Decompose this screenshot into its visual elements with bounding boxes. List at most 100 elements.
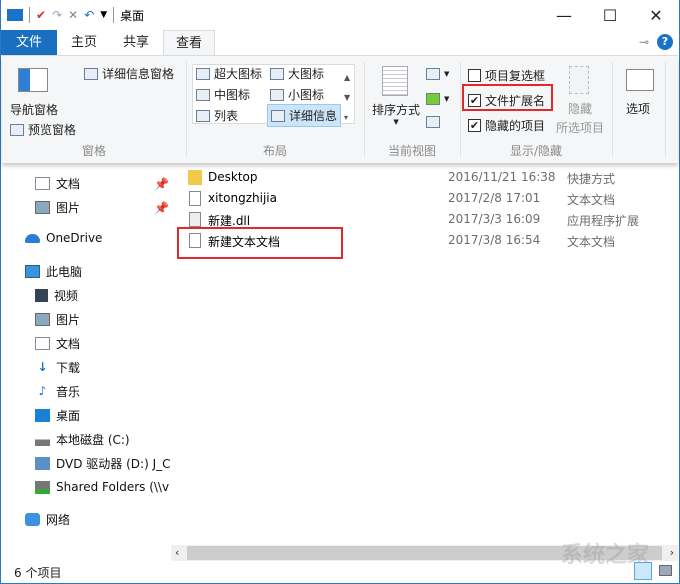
desktop-icon [35, 409, 50, 422]
nav-item-documents-pc[interactable]: 文档 [35, 335, 80, 352]
divider [113, 7, 115, 23]
size-columns-icon [426, 116, 440, 128]
nav-item-shared-folders[interactable]: Shared Folders (\\v [35, 480, 169, 494]
large-icons-view-icon[interactable] [659, 565, 672, 576]
nav-label: 本地磁盘 (C:) [56, 433, 130, 447]
tab-file[interactable]: 文件 [1, 30, 57, 55]
drive-icon [35, 433, 50, 446]
nav-item-this-pc[interactable]: 此电脑 [25, 263, 82, 280]
window-title: 桌面 [120, 8, 145, 23]
nav-item-pictures[interactable]: 图片 [35, 199, 80, 216]
undo-icon[interactable]: ↶ [84, 8, 94, 22]
dropdown-arrow-icon: ▼ [393, 118, 399, 126]
gallery-scroll[interactable]: ▲ ▼ ▾ [344, 68, 350, 128]
layout-large[interactable]: 大图标 [270, 65, 324, 82]
layout-list[interactable]: 列表 [196, 107, 238, 124]
pin-icon[interactable]: 📌 [154, 201, 169, 215]
file-row[interactable]: Desktop 2016/11/21 16:38 快捷方式 [171, 167, 678, 188]
nav-label: 文档 [56, 337, 81, 351]
layout-label: 超大图标 [214, 67, 263, 81]
preview-pane-icon [10, 123, 24, 136]
details-view-icon[interactable] [634, 562, 652, 580]
nav-item-onedrive[interactable]: OneDrive [25, 231, 102, 245]
layout-label: 大图标 [288, 67, 325, 81]
sort-by-button[interactable]: 排序方式 ▼ [372, 101, 420, 126]
nav-label: 音乐 [56, 385, 81, 399]
size-columns-button[interactable] [426, 116, 440, 128]
file-name: Desktop [208, 170, 258, 184]
checkbox-checked: ✔ [468, 119, 481, 132]
group-label-show-hide: 显示/隐藏 [509, 144, 563, 158]
customize-toolbar-icon[interactable]: ▼ [100, 10, 107, 20]
nav-item-dvd[interactable]: DVD 驱动器 (D:) J_C [35, 455, 171, 472]
layout-medium[interactable]: 中图标 [196, 86, 250, 103]
details-pane-label: 详细信息窗格 [102, 67, 175, 81]
sort-icon [382, 66, 408, 96]
pin-icon[interactable]: 📌 [154, 177, 169, 191]
file-type: 文本文档 [567, 193, 616, 207]
file-row[interactable]: xitongzhijia 2017/2/8 17:01 文本文档 [171, 188, 678, 209]
list-icon [196, 109, 210, 122]
dvd-icon [35, 457, 50, 470]
nav-label: OneDrive [46, 231, 103, 245]
nav-label: 桌面 [56, 409, 81, 423]
nav-item-local-disk[interactable]: 本地磁盘 (C:) [35, 431, 130, 448]
group-by-button[interactable]: ▼ [426, 68, 449, 80]
delete-icon[interactable]: ✕ [68, 8, 78, 22]
tab-home[interactable]: 主页 [59, 30, 109, 55]
medium-icons-icon [196, 88, 210, 101]
add-columns-button[interactable]: ▼ [426, 93, 449, 105]
nav-item-documents[interactable]: 文档 [35, 175, 80, 192]
file-date: 2017/2/8 17:01 [448, 191, 541, 205]
scroll-left-icon[interactable]: ‹ [175, 546, 179, 559]
tab-share[interactable]: 共享 [111, 30, 161, 55]
layout-extra-large[interactable]: 超大图标 [196, 65, 262, 82]
nav-item-pictures-pc[interactable]: 图片 [35, 311, 80, 328]
scroll-right-icon[interactable]: › [670, 546, 674, 559]
nav-label: Shared Folders (\\v [56, 480, 170, 494]
hide-selected-label: 所选项目 [556, 121, 605, 135]
nav-item-music[interactable]: ♪ 音乐 [35, 383, 80, 400]
help-icon[interactable]: ? [657, 34, 673, 50]
options-button[interactable]: 选项 [626, 100, 650, 117]
group-by-icon [426, 68, 440, 80]
navigation-pane: 文档 📌 图片 📌 OneDrive 此电脑 视频 图片 文档 ↓ 下载 ♪ 音乐 … [2, 163, 171, 559]
nav-pane-button[interactable]: 导航窗格 [10, 101, 58, 118]
file-type: 应用程序扩展 [567, 214, 640, 228]
hide-selected-icon [569, 66, 589, 94]
file-name: xitongzhijia [208, 191, 277, 205]
music-icon: ♪ [38, 384, 47, 398]
shortcut-folder-icon [188, 170, 202, 185]
nav-item-videos[interactable]: 视频 [35, 287, 78, 304]
tab-view[interactable]: 查看 [163, 30, 215, 55]
file-type: 文本文档 [567, 235, 616, 249]
network-icon [25, 513, 40, 526]
layout-details[interactable]: 详细信息 [267, 104, 342, 127]
details-pane-button[interactable]: 详细信息窗格 [84, 65, 174, 82]
nav-item-network[interactable]: 网络 [25, 511, 70, 528]
explorer-icon [7, 9, 23, 21]
hide-selected-button[interactable]: 隐藏 所选项目 [556, 100, 604, 136]
nav-label: 图片 [56, 201, 81, 215]
nav-item-desktop[interactable]: 桌面 [35, 407, 80, 424]
item-checkboxes-toggle[interactable]: 项目复选框 [468, 67, 545, 84]
options-label: 选项 [626, 102, 651, 116]
redo-icon[interactable]: ↷ [52, 8, 62, 22]
layout-label: 中图标 [214, 88, 251, 102]
maximize-button[interactable]: ☐ [587, 0, 633, 30]
group-label-current-view: 当前视图 [387, 144, 436, 158]
download-icon: ↓ [37, 360, 48, 374]
pin-ribbon-icon[interactable]: ⊸ [639, 35, 649, 49]
preview-pane-label: 预览窗格 [28, 123, 77, 137]
properties-icon[interactable]: ✔ [36, 8, 46, 22]
close-button[interactable]: ✕ [633, 0, 679, 30]
nav-label: 文档 [56, 177, 81, 191]
layout-small[interactable]: 小图标 [270, 86, 324, 103]
preview-pane-button[interactable]: 预览窗格 [10, 121, 76, 138]
nav-item-downloads[interactable]: ↓ 下载 [35, 359, 80, 376]
item-count: 6 个项目 [14, 566, 62, 580]
minimize-button[interactable]: — [541, 0, 587, 30]
highlight-box [462, 84, 553, 111]
hidden-items-toggle[interactable]: ✔ 隐藏的项目 [468, 117, 545, 134]
document-icon [35, 337, 50, 350]
